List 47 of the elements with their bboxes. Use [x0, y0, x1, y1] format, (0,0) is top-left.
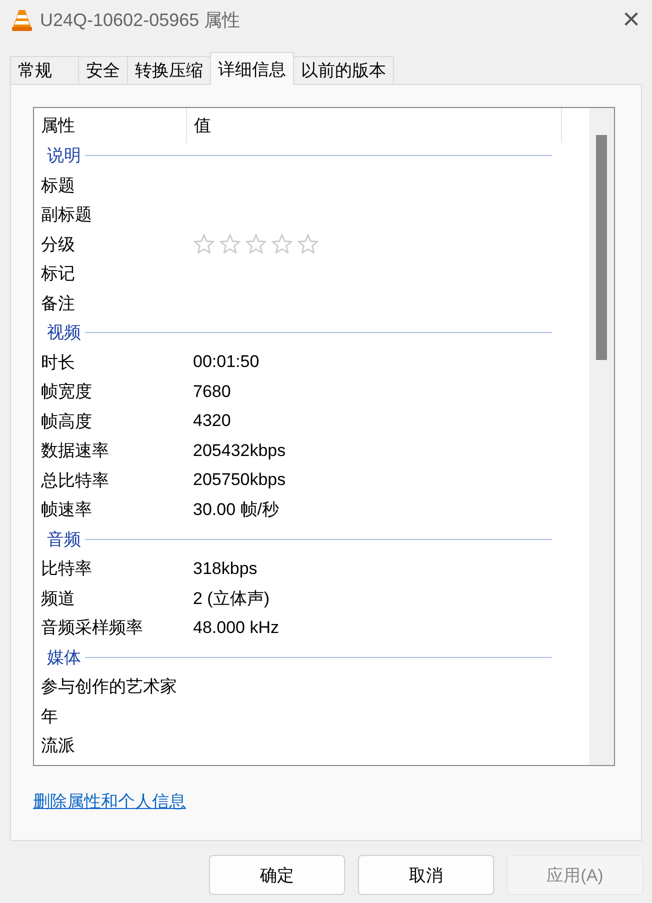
column-header[interactable]: 值: [187, 108, 562, 143]
star-icon[interactable]: [193, 233, 215, 256]
section-heading: 媒体: [47, 646, 81, 669]
property-name: 数据速率: [41, 440, 110, 462]
dialog-button[interactable]: 确定: [209, 855, 345, 895]
tab[interactable]: 详细信息: [210, 52, 294, 85]
star-icon[interactable]: [219, 233, 241, 256]
section-heading: 视频: [47, 322, 81, 344]
property-name: 年: [41, 706, 59, 728]
tab[interactable]: 以前的版本: [293, 56, 394, 84]
property-name: 标题: [41, 174, 76, 197]
tab[interactable]: 常规: [10, 56, 79, 84]
property-value: 7680: [193, 382, 232, 402]
property-name: 时长: [41, 352, 76, 374]
property-name: 流派: [41, 735, 76, 758]
property-name: 参与创作的艺术家: [41, 676, 178, 698]
property-value: 205750kbps: [193, 470, 287, 490]
scrollbar-thumb[interactable]: [596, 135, 607, 360]
property-value: 4320: [193, 411, 232, 432]
close-icon[interactable]: ×: [622, 5, 640, 35]
property-value: 48.000 kHz: [193, 618, 280, 638]
window-title: U24Q-10602-05965 属性: [40, 9, 242, 32]
property-name: 帧速率: [41, 499, 93, 522]
property-value: 2 (立体声): [193, 588, 270, 610]
column-header[interactable]: 属性: [34, 108, 187, 143]
star-icon[interactable]: [297, 233, 319, 256]
star-icon[interactable]: [245, 233, 267, 256]
property-name: 比特率: [41, 558, 93, 580]
traffic-cone-icon: [12, 9, 32, 31]
property-name: 音频采样频率: [41, 617, 144, 640]
property-name: 分级: [41, 234, 76, 256]
property-name: 副标题: [41, 204, 93, 226]
property-name: 总比特率: [41, 470, 110, 492]
property-value: 318kbps: [193, 558, 258, 579]
dialog-button[interactable]: 取消: [358, 855, 494, 895]
property-name: 标记: [41, 263, 76, 286]
star-icon[interactable]: [271, 233, 293, 256]
property-name: 频道: [41, 588, 76, 610]
property-name: 帧高度: [41, 410, 93, 433]
remove-properties-link[interactable]: 删除属性和个人信息: [33, 790, 186, 813]
property-value: 205432kbps: [193, 440, 287, 461]
section-heading: 音频: [47, 528, 81, 551]
property-name: 备注: [41, 292, 76, 315]
property-name: 帧宽度: [41, 381, 93, 404]
section-heading: 说明: [47, 145, 81, 168]
property-value: 30.00 帧/秒: [193, 499, 280, 522]
property-value: 00:01:50: [193, 352, 260, 372]
